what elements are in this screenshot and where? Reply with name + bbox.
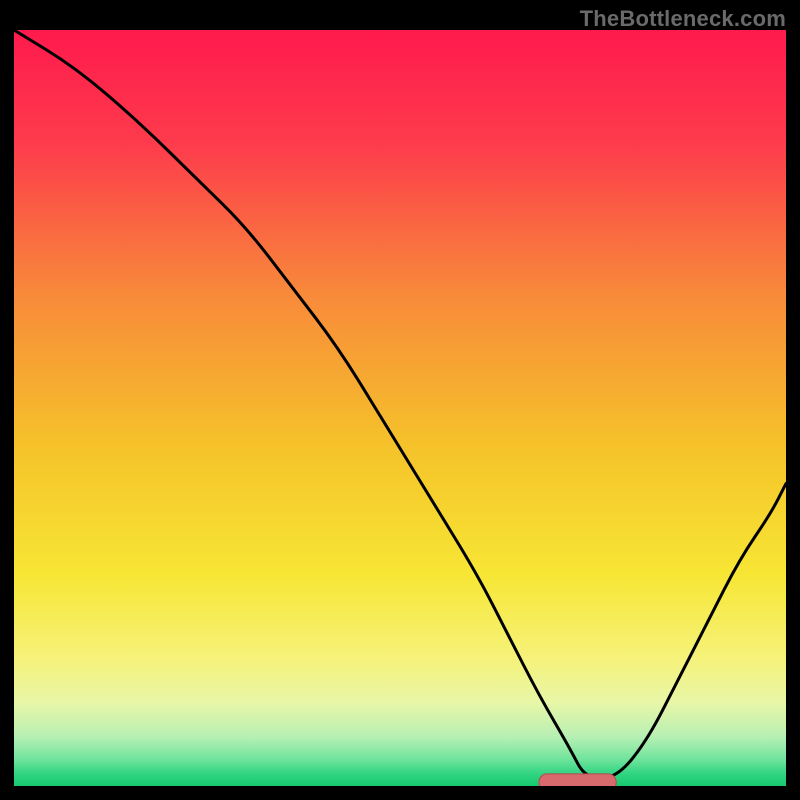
gradient-background xyxy=(14,30,786,786)
optimal-marker xyxy=(539,774,616,786)
bottleneck-chart xyxy=(14,30,786,786)
chart-frame: TheBottleneck.com xyxy=(0,0,800,800)
plot-area xyxy=(14,30,786,786)
watermark-text: TheBottleneck.com xyxy=(580,6,786,32)
